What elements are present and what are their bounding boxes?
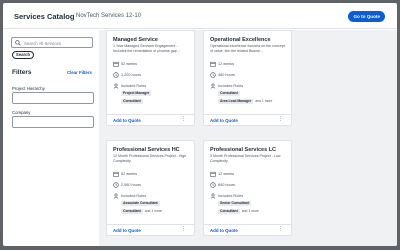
card-footer: Add to Quote ⋮ [204,224,291,235]
role-tag: Area Lead Manager [218,99,254,104]
card-description: 12 Month Professional Services Project -… [113,154,187,163]
filter-sidebar: Search All Services Search Filters Clear… [3,30,99,246]
roles-label: Included Roles [121,83,147,88]
more-roles-text: and 1 more [144,209,162,213]
calendar-icon [210,171,216,177]
user-group-icon [113,193,119,199]
duration-text: 12 weeks [218,61,235,66]
more-roles-text: and 1 more [255,99,273,103]
search-icon [15,40,21,46]
service-card: Professional Services LC 3 Month Profess… [203,140,292,236]
company-field[interactable] [12,116,94,128]
card-description: 1 Year Managed Services Engagement - Inc… [113,44,180,53]
role-tag: Consultant [121,209,143,214]
hours-text: 840 hours [218,182,235,187]
add-to-quote-button[interactable]: Add to Quote [210,228,238,233]
go-to-quote-button[interactable]: Go to Quote [348,11,385,22]
more-vertical-icon[interactable]: ⋮ [278,117,283,122]
project-hierarchy-label: Project Hierarchy [12,86,45,91]
company-label: Company [12,110,31,115]
role-tag: Consultant [121,99,143,104]
user-group-icon [210,83,216,89]
card-title: Managed Service [113,37,158,43]
add-to-quote-button[interactable]: Add to Quote [113,118,141,123]
clear-filters-link[interactable]: Clear Filters [67,70,92,75]
search-button[interactable]: Search [12,51,34,59]
duration-text: 52 weeks [121,61,138,66]
add-to-quote-button[interactable]: Add to Quote [210,118,238,123]
role-tag: Associate Consultant [121,201,160,206]
role-tag: Consultant [218,209,240,214]
duration-text: 12 weeks [218,171,235,176]
clock-icon [113,182,119,188]
clock-icon [210,72,216,78]
more-vertical-icon[interactable]: ⋮ [181,117,186,122]
card-description: 3 Month Professional Services Project - … [210,154,281,163]
role-tag: Senior Consultant [218,201,252,206]
user-group-icon [210,193,216,199]
service-card-grid: Managed Service 1 Year Managed Services … [99,30,397,246]
role-tag: Consultant [218,91,240,96]
user-group-icon [113,83,119,89]
calendar-icon [210,61,216,67]
add-to-quote-button[interactable]: Add to Quote [113,228,141,233]
card-title: Professional Services LC [210,147,277,153]
more-vertical-icon[interactable]: ⋮ [278,227,283,232]
card-footer: Add to Quote ⋮ [107,224,194,235]
search-placeholder: Search All Services [24,40,62,46]
modal-header: Services Catalog NovTech Services 12-10 … [3,3,397,29]
calendar-icon [113,61,119,67]
hours-text: 480 hours [218,72,235,77]
duration-text: 52 weeks [121,171,138,176]
service-card: Managed Service 1 Year Managed Services … [106,30,195,126]
more-roles-text: and 1 more [241,209,259,213]
card-footer: Add to Quote ⋮ [107,114,194,125]
card-footer: Add to Quote ⋮ [204,114,291,125]
card-title: Professional Services HC [113,147,180,153]
card-title: Operational Excellence [210,37,271,43]
clock-icon [113,72,119,78]
card-description: Operational excellence focused on the co… [210,44,285,53]
services-catalog-modal: Services Catalog NovTech Services 12-10 … [3,3,397,246]
search-input[interactable]: Search All Services [11,37,93,48]
hours-text: 1,200 hours [121,72,142,77]
filters-heading: Filters [12,69,32,76]
role-tag: Project Manager [121,91,152,96]
clock-icon [210,182,216,188]
more-vertical-icon[interactable]: ⋮ [181,227,186,232]
calendar-icon [113,171,119,177]
hours-text: 2,560 hours [121,182,142,187]
service-card: Operational Excellence Operational excel… [203,30,292,126]
service-card: Professional Services HC 12 Month Profes… [106,140,195,236]
roles-label: Included Roles [121,193,147,198]
roles-label: Included Roles [218,193,244,198]
roles-label: Included Roles [218,83,244,88]
modal-subtitle: NovTech Services 12-10 [76,13,142,19]
modal-title: Services Catalog [14,12,75,21]
project-hierarchy-field[interactable] [12,92,94,104]
